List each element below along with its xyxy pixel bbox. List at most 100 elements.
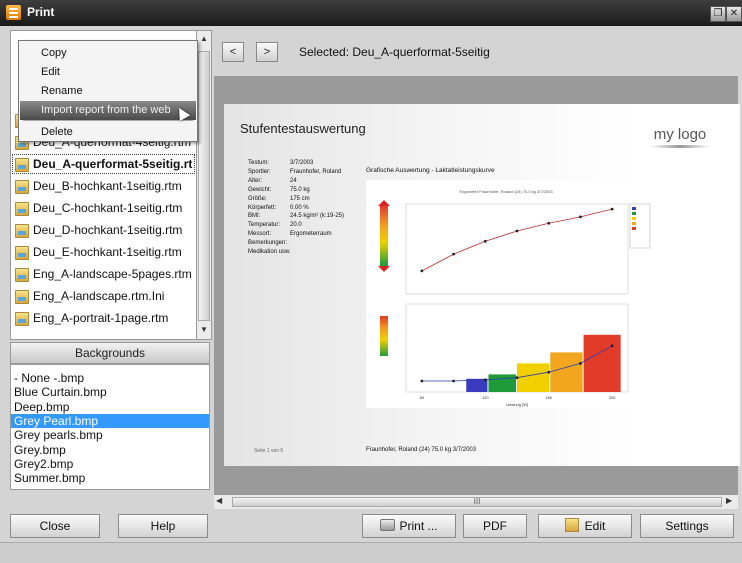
field-value: Ergometerraum <box>290 231 332 238</box>
x-axis-label: Leistung [W] <box>506 402 528 407</box>
hr-zone-indicator <box>380 206 388 266</box>
data-point <box>420 269 424 273</box>
edit-button[interactable]: Edit <box>538 514 632 538</box>
menu-separator <box>23 120 193 121</box>
report-item[interactable]: Eng_A-landscape-5pages.rtm <box>11 263 196 285</box>
report-item-label: Eng_A-landscape.rtm.Ini <box>33 289 165 303</box>
data-point <box>452 379 455 383</box>
report-item-label: Eng_A-portrait-1page.rtm <box>33 311 169 325</box>
report-file-icon <box>15 202 29 216</box>
field-label: Bemerkungen: <box>248 240 288 247</box>
field-row: Temperatur: 20.0 <box>248 222 368 231</box>
selected-report-label: Selected: Deu_A-querformat-5seitig <box>299 45 490 59</box>
close-button[interactable]: Close <box>10 514 100 538</box>
report-item[interactable]: Deu_D-hochkant-1seitig.rtm <box>11 219 196 241</box>
chart-subtitle: Ergometer Fraunhofer, Roland (24) 75.0 k… <box>459 189 553 194</box>
field-row: Gewicht: 75.0 kg <box>248 187 368 196</box>
field-label: Messort: <box>248 231 272 238</box>
data-point <box>547 221 551 225</box>
field-value: 0.00 % <box>290 204 309 211</box>
zone-bar <box>517 363 550 392</box>
report-list-scrollbar[interactable]: ▲ ▼ <box>196 30 212 340</box>
background-item[interactable]: Grey Pearl.bmp <box>11 413 209 428</box>
report-item[interactable]: Eng_A-landscape.rtm.Ini <box>11 285 196 307</box>
logo-text: my logo <box>653 126 707 143</box>
legend-swatch <box>632 207 636 210</box>
scroll-down-icon[interactable]: ▼ <box>198 323 210 337</box>
previous-page-button[interactable]: < <box>222 42 244 62</box>
background-item[interactable]: - None -.bmp <box>11 371 209 385</box>
zone-bar <box>550 352 583 392</box>
report-item[interactable]: Deu_E-hochkant-1seitig.rtm <box>11 241 196 263</box>
restore-icon[interactable]: ❐ <box>710 6 726 22</box>
report-file-icon <box>15 290 29 304</box>
menu-item-edit[interactable]: Edit <box>20 63 196 82</box>
field-value: 20.0 <box>290 222 302 229</box>
background-item[interactable]: Deep.bmp <box>11 400 209 414</box>
report-item[interactable]: Deu_B-hochkant-1seitig.rtm <box>11 175 196 197</box>
report-item[interactable]: Deu_C-hochkant-1seitig.rtm <box>11 197 196 219</box>
field-value: Fraunhofer, Roland <box>290 168 342 175</box>
background-item[interactable]: Summer.bmp <box>11 471 209 485</box>
field-label: BMI: <box>248 213 261 220</box>
backgrounds-header: Backgrounds <box>10 342 210 364</box>
field-value: 75.0 kg <box>290 186 310 193</box>
report-file-icon <box>15 268 29 282</box>
field-row: Testum: 3/7/2003 <box>248 160 368 169</box>
menu-item-label: Delete <box>41 126 73 138</box>
window-title: Print <box>27 5 55 19</box>
status-bar <box>0 542 742 563</box>
menu-item-import[interactable]: Import report from the web <box>20 101 196 120</box>
data-point <box>452 252 455 256</box>
backgrounds-list[interactable]: - None -.bmp Blue Curtain.bmp Deep.bmp Grey… <box>10 364 210 490</box>
print-button-label: Print ... <box>399 519 438 533</box>
menu-item-rename[interactable]: Rename <box>20 82 196 101</box>
field-row: Sportler: Fraunhofer, Roland <box>248 169 368 178</box>
menu-item-label: Edit <box>41 66 60 78</box>
data-point <box>547 370 551 374</box>
data-point <box>420 379 424 383</box>
report-file-icon <box>15 312 29 326</box>
page-footer-text: Fraunhofer, Roland (24) 75.0 kg 3/7/2003 <box>366 447 477 453</box>
print-button[interactable]: Print ... <box>362 514 456 538</box>
background-item[interactable]: Grey2.bmp <box>11 457 209 471</box>
report-item-label: Deu_B-hochkant-1seitig.rtm <box>33 179 182 193</box>
chart-legend <box>629 203 651 249</box>
edit-icon <box>564 518 579 532</box>
x-tick-label: 120 <box>482 395 489 400</box>
preview-hscrollbar[interactable]: ◀ III ▶ <box>214 494 738 509</box>
data-point <box>515 376 519 380</box>
field-label: Medikation usw. <box>248 249 291 255</box>
scroll-thumb[interactable] <box>198 51 210 321</box>
close-window-icon[interactable]: ✕ <box>726 6 742 22</box>
scroll-up-icon[interactable]: ▲ <box>198 32 210 46</box>
settings-button[interactable]: Settings <box>640 514 734 538</box>
next-page-button[interactable]: > <box>256 42 278 62</box>
logo: my logo <box>646 120 714 162</box>
menu-item-label: Import report from the web <box>41 104 171 116</box>
report-item-label: Deu_A-querformat-5seitig.rt <box>33 157 193 171</box>
menu-item-copy[interactable]: Copy <box>20 44 196 63</box>
hscroll-thumb[interactable]: III <box>232 497 722 507</box>
menu-item-delete[interactable]: Delete <box>20 123 196 142</box>
field-label: Temperatur: <box>248 222 281 229</box>
scroll-right-icon[interactable]: ▶ <box>726 496 732 505</box>
report-file-icon <box>15 180 29 194</box>
context-menu: Copy Edit Rename Import report from the web… <box>18 40 198 142</box>
data-point <box>515 229 519 233</box>
background-item[interactable]: Grey.bmp <box>11 443 209 457</box>
legend-swatch <box>632 212 636 215</box>
chart-heading: Grafische Auswertung - Laktatleistungsku… <box>366 167 495 174</box>
background-item[interactable]: Blue Curtain.bmp <box>11 385 209 399</box>
field-value: 3/7/2003 <box>290 160 314 166</box>
lactate-zone-indicator <box>380 316 388 356</box>
report-item[interactable]: Eng_A-portrait-1page.rtm <box>11 307 196 329</box>
help-button[interactable]: Help <box>118 514 208 538</box>
field-row: Alter: 24 <box>248 178 368 187</box>
scroll-left-icon[interactable]: ◀ <box>216 496 222 505</box>
report-item[interactable]: Deu_A-querformat-5seitig.rt <box>11 153 196 175</box>
legend-swatch <box>632 217 636 220</box>
edit-button-label: Edit <box>584 519 606 533</box>
pdf-button[interactable]: PDF <box>463 514 527 538</box>
background-item[interactable]: Grey pearls.bmp <box>11 428 209 442</box>
